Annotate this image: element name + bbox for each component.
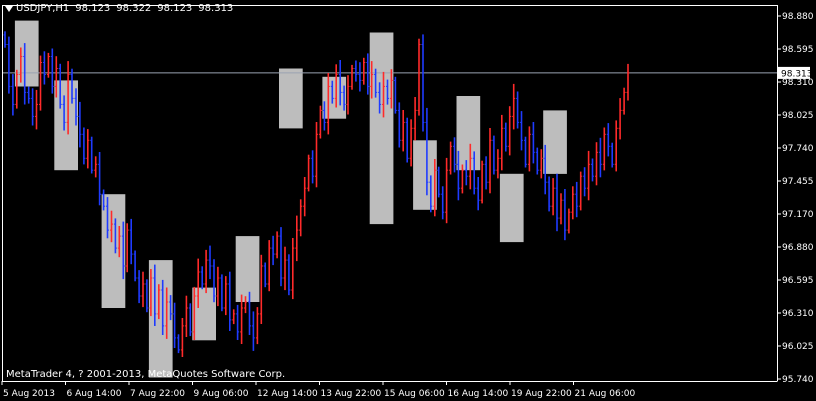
y-tick-label: 98.880 <box>782 12 814 22</box>
y-tick-label: 96.025 <box>782 342 814 352</box>
highlight-box <box>499 173 524 243</box>
chart-header: USDJPY,H1 98.123 98.322 98.123 98.313 <box>5 3 233 15</box>
y-tick-label: 98.310 <box>782 78 814 88</box>
highlight-box <box>101 194 126 308</box>
open-value: 98.123 <box>75 3 111 14</box>
x-tick-label: 19 Aug 22:00 <box>511 389 572 399</box>
highlight-box <box>369 32 394 225</box>
highlight-box <box>543 110 567 174</box>
low-value: 98.123 <box>157 3 193 14</box>
high-value: 98.322 <box>116 3 152 14</box>
y-tick-label: 96.595 <box>782 276 814 286</box>
dropdown-triangle-icon[interactable] <box>5 6 13 12</box>
x-tick-label: 5 Aug 2013 <box>3 389 55 399</box>
y-tick-label: 97.740 <box>782 144 814 154</box>
copyright-notice: MetaTrader 4, ? 2001-2013, MetaQuotes So… <box>6 369 286 380</box>
price-chart[interactable]: 98.880 98.595 98.310 98.025 97.740 97.455 97.1… <box>0 0 816 401</box>
chart-window[interactable]: 98.880 98.595 98.310 98.025 97.740 97.455 97.1… <box>0 0 816 401</box>
x-tick-label: 7 Aug 22:00 <box>130 389 185 399</box>
highlight-box <box>322 76 347 119</box>
x-tick-label: 9 Aug 06:00 <box>194 389 249 399</box>
x-tick-label: 16 Aug 14:00 <box>448 389 509 399</box>
x-tick-label: 6 Aug 14:00 <box>67 389 122 399</box>
highlight-box <box>14 20 39 87</box>
highlight-box <box>413 140 437 210</box>
y-tick-label: 98.595 <box>782 45 814 55</box>
highlight-box <box>279 68 303 129</box>
current-price-label: 98.313 <box>781 69 813 79</box>
x-tick-label: 12 Aug 14:00 <box>257 389 318 399</box>
highlight-box <box>235 236 260 302</box>
y-tick-label: 98.025 <box>782 111 814 121</box>
x-tick-label: 15 Aug 06:00 <box>384 389 445 399</box>
highlight-box <box>456 96 481 171</box>
y-tick-label: 96.880 <box>782 243 814 253</box>
x-tick-label: 13 Aug 22:00 <box>321 389 382 399</box>
y-tick-label: 96.310 <box>782 309 814 319</box>
highlight-box <box>54 80 78 171</box>
close-value: 98.313 <box>198 3 234 14</box>
y-tick-label: 97.455 <box>782 177 814 187</box>
highlight-box <box>192 287 216 341</box>
y-tick-label: 97.170 <box>782 210 814 220</box>
highlight-box <box>148 260 173 378</box>
symbol-label: USDJPY,H1 <box>16 3 70 14</box>
x-tick-label: 21 Aug 06:00 <box>575 389 636 399</box>
y-tick-label: 95.740 <box>782 375 814 385</box>
